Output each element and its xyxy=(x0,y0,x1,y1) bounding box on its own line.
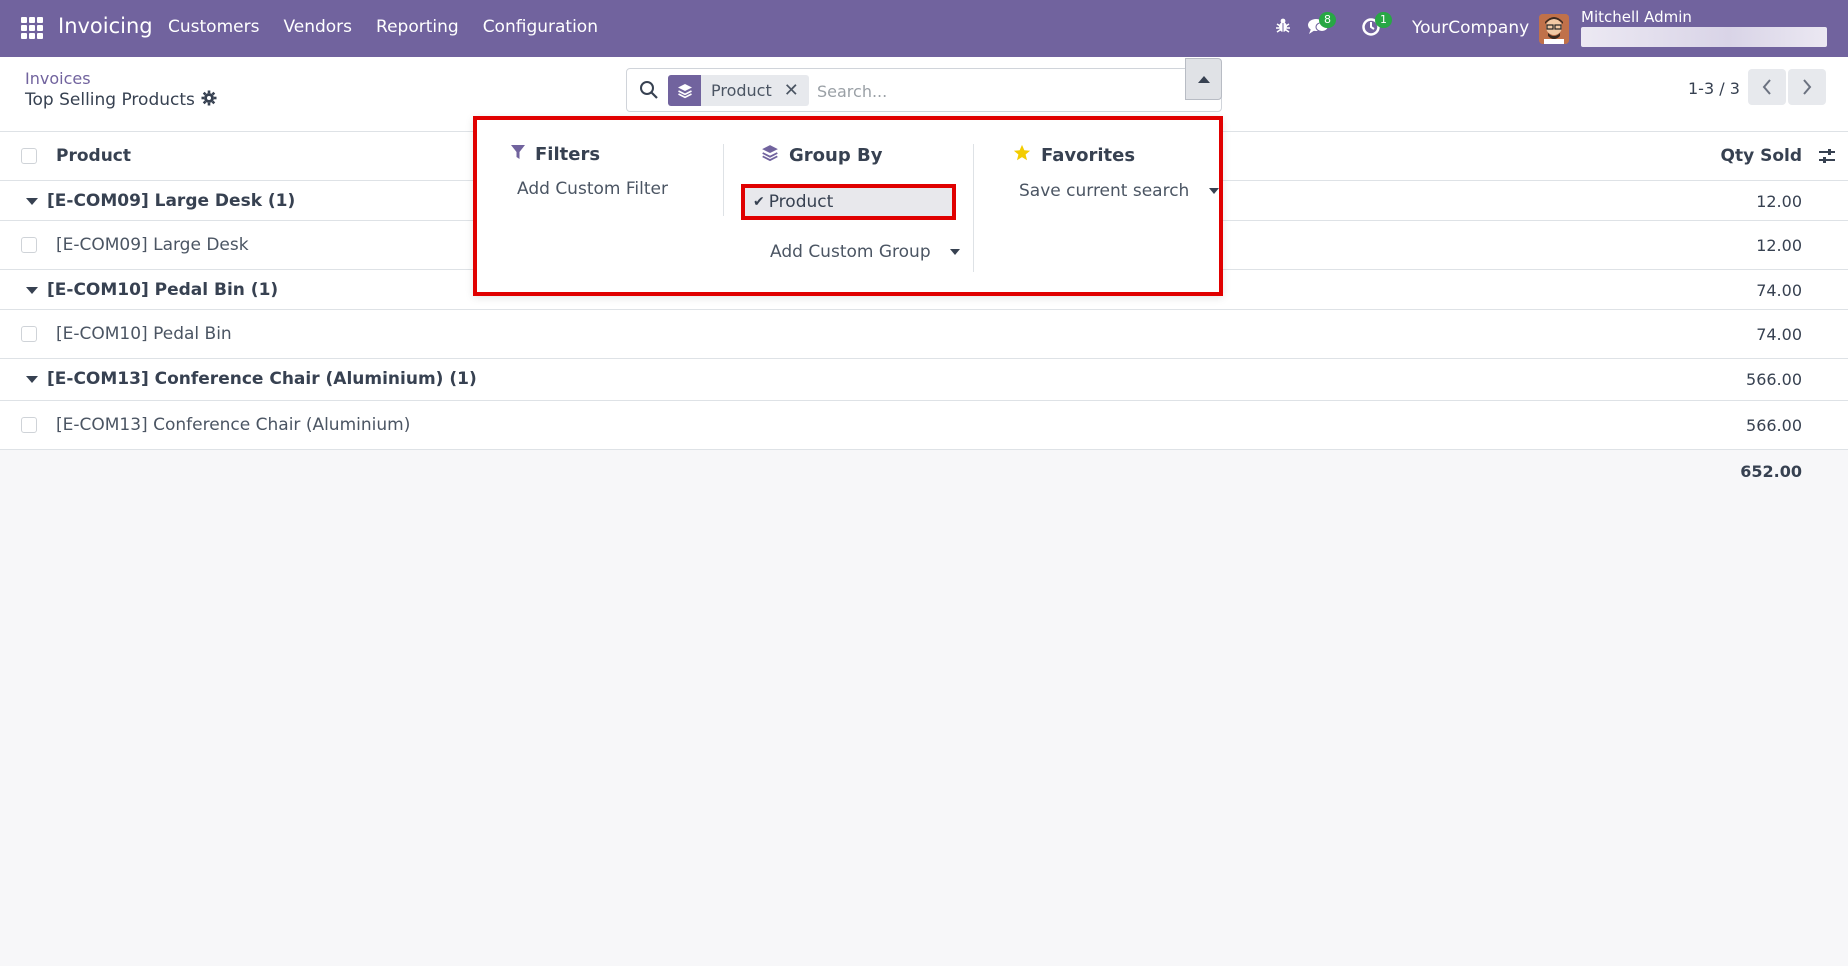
activities-icon[interactable]: 1 xyxy=(1361,12,1392,42)
caret-down-icon xyxy=(26,376,38,383)
group-by-option-product[interactable]: ✔ Product xyxy=(741,184,956,220)
select-all-checkbox[interactable] xyxy=(21,148,37,164)
column-header-product[interactable]: Product xyxy=(56,146,131,166)
filters-header: Filters xyxy=(511,144,668,165)
row-checkbox[interactable] xyxy=(21,417,37,433)
row-product: [E-COM09] Large Desk xyxy=(56,235,249,255)
caret-down-icon xyxy=(26,198,38,205)
activities-badge: 1 xyxy=(1375,12,1392,28)
row-checkbox[interactable] xyxy=(21,237,37,253)
group-label: [E-COM13] Conference Chair (Aluminium) (… xyxy=(47,369,477,389)
company-switcher[interactable]: YourCompany xyxy=(1412,18,1529,38)
add-custom-group-label: Add Custom Group xyxy=(770,242,931,262)
group-by-option-label: Product xyxy=(768,192,834,212)
filters-title: Filters xyxy=(535,144,601,165)
search-options-toggle[interactable] xyxy=(1185,58,1222,100)
menu-configuration[interactable]: Configuration xyxy=(483,17,598,37)
pager-next-button[interactable] xyxy=(1788,69,1826,105)
user-database-bar xyxy=(1581,27,1827,47)
add-custom-filter[interactable]: Add Custom Filter xyxy=(517,179,668,199)
search-input[interactable] xyxy=(817,76,1177,106)
save-current-search[interactable]: Save current search xyxy=(1019,181,1219,201)
group-label: [E-COM10] Pedal Bin (1) xyxy=(47,280,279,300)
search-icon xyxy=(639,80,659,100)
group-by-column: Group By xyxy=(761,144,882,167)
row-qty: 74.00 xyxy=(1756,325,1802,344)
group-total: 12.00 xyxy=(1756,192,1802,211)
breadcrumb-invoices[interactable]: Invoices xyxy=(25,69,91,88)
caret-down-icon xyxy=(1208,188,1219,194)
layers-icon xyxy=(668,75,701,106)
column-divider xyxy=(723,144,724,216)
menu-reporting[interactable]: Reporting xyxy=(376,17,459,37)
column-header-qty-sold[interactable]: Qty Sold xyxy=(1721,146,1803,166)
table-row[interactable]: [E-COM13] Conference Chair (Aluminium) 5… xyxy=(0,401,1848,450)
row-product: [E-COM10] Pedal Bin xyxy=(56,324,232,344)
group-label: [E-COM09] Large Desk (1) xyxy=(47,191,296,211)
group-total: 74.00 xyxy=(1756,281,1802,300)
pager-previous-button[interactable] xyxy=(1748,69,1786,105)
row-qty: 566.00 xyxy=(1746,416,1802,435)
table-row[interactable]: [E-COM10] Pedal Bin 74.00 xyxy=(0,310,1848,359)
messages-icon[interactable]: 8 xyxy=(1307,12,1336,40)
gear-icon[interactable] xyxy=(201,90,217,110)
group-total: 566.00 xyxy=(1746,370,1802,389)
grand-total-row: 652.00 xyxy=(0,450,1848,500)
star-icon xyxy=(1013,144,1031,167)
add-custom-group[interactable]: Add Custom Group xyxy=(770,242,961,262)
grand-total: 652.00 xyxy=(1740,462,1802,481)
app-title[interactable]: Invoicing xyxy=(58,14,153,38)
group-by-header: Group By xyxy=(761,144,882,167)
facet-label: Product xyxy=(711,81,772,100)
layers-icon xyxy=(761,144,779,167)
user-name[interactable]: Mitchell Admin xyxy=(1581,8,1692,26)
funnel-icon xyxy=(511,144,525,165)
user-avatar[interactable] xyxy=(1539,14,1569,44)
optional-columns-icon[interactable] xyxy=(1818,147,1836,165)
row-product: [E-COM13] Conference Chair (Aluminium) xyxy=(56,415,411,435)
caret-down-icon xyxy=(950,249,961,255)
row-checkbox[interactable] xyxy=(21,326,37,342)
favorites-title: Favorites xyxy=(1041,145,1136,166)
group-row[interactable]: [E-COM13] Conference Chair (Aluminium) (… xyxy=(0,359,1848,401)
pager-value[interactable]: 1-3 / 3 xyxy=(1688,79,1740,98)
main-menu: Customers Vendors Reporting Configuratio… xyxy=(168,17,622,37)
apps-grid-icon[interactable] xyxy=(21,17,43,39)
search-bar: Product ✕ xyxy=(626,68,1222,112)
caret-down-icon xyxy=(26,287,38,294)
check-icon: ✔ xyxy=(753,194,765,210)
search-panel-dropdown: Filters Add Custom Filter Group By ✔ Pro… xyxy=(473,116,1223,296)
view-title: Top Selling Products xyxy=(25,90,217,110)
page-title: Top Selling Products xyxy=(25,90,195,110)
group-by-title: Group By xyxy=(789,145,883,166)
close-icon[interactable]: ✕ xyxy=(784,80,809,101)
menu-vendors[interactable]: Vendors xyxy=(283,17,352,37)
top-navbar: Invoicing Customers Vendors Reporting Co… xyxy=(0,0,1848,57)
caret-up-icon xyxy=(1197,75,1210,83)
row-qty: 12.00 xyxy=(1756,236,1802,255)
favorites-header: Favorites xyxy=(1013,144,1219,167)
search-facet: Product ✕ xyxy=(668,75,809,106)
filters-column: Filters Add Custom Filter xyxy=(511,144,668,199)
messages-badge: 8 xyxy=(1319,12,1336,28)
bug-icon[interactable] xyxy=(1274,17,1292,40)
column-divider xyxy=(973,144,974,272)
save-current-search-label: Save current search xyxy=(1019,181,1190,201)
menu-customers[interactable]: Customers xyxy=(168,17,259,37)
favorites-column: Favorites Save current search xyxy=(1013,144,1219,201)
